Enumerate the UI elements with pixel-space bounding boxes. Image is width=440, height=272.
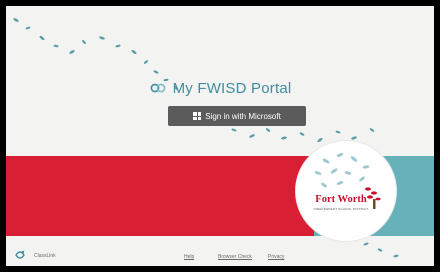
portal-header: My FWISD Portal bbox=[6, 76, 434, 100]
district-subtitle: INDEPENDENT SCHOOL DISTRICT bbox=[313, 207, 369, 211]
tree-icon bbox=[314, 152, 381, 209]
footer: ClassLink Help Browser Check Privacy bbox=[6, 246, 434, 266]
link-brand-icon bbox=[150, 83, 165, 93]
sign-in-label: Sign in with Microsoft bbox=[205, 111, 281, 121]
page-title: My FWISD Portal bbox=[172, 79, 292, 97]
district-name: Fort Worth bbox=[315, 194, 367, 205]
portal-screen: My FWISD Portal Sign in with Microsoft F… bbox=[6, 6, 434, 266]
red-banner-stripe bbox=[6, 156, 314, 236]
privacy-link[interactable]: Privacy bbox=[268, 254, 284, 260]
classlink-logo-icon bbox=[15, 250, 25, 259]
sign-in-with-microsoft-button[interactable]: Sign in with Microsoft bbox=[168, 106, 306, 126]
windows-logo-icon bbox=[193, 112, 202, 120]
browser-check-link[interactable]: Browser Check bbox=[218, 254, 252, 260]
help-link[interactable]: Help bbox=[184, 254, 194, 260]
district-seal: Fort Worth INDEPENDENT SCHOOL DISTRICT bbox=[296, 141, 396, 241]
footer-company-name: ClassLink bbox=[34, 253, 56, 259]
